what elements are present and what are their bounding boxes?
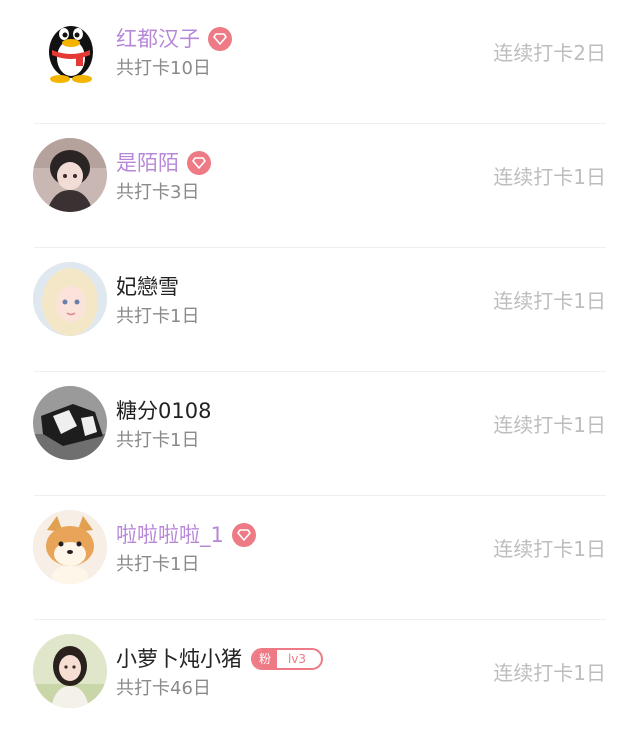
user-name[interactable]: 妃戀雪 <box>116 270 179 304</box>
total-checkin-days: 共打卡1日 <box>116 554 200 575</box>
streak-checkin-days: 连续打卡1日 <box>493 661 606 685</box>
streak-checkin-days: 连续打卡1日 <box>493 537 606 561</box>
list-item[interactable]: 妃戀雪 共打卡1日 连续打卡1日 <box>0 248 640 372</box>
diamond-badge-icon <box>187 151 211 175</box>
fan-level: lv3 <box>287 652 307 666</box>
list-item[interactable]: 小萝卜炖小猪 粉 lv3 共打卡46日 连续打卡1日 <box>0 620 640 744</box>
user-name[interactable]: 小萝卜炖小猪 <box>116 642 242 676</box>
user-name[interactable]: 是陌陌 <box>116 146 179 180</box>
streak-checkin-days: 连续打卡1日 <box>493 413 606 437</box>
user-name[interactable]: 糖分0108 <box>116 394 211 428</box>
fan-label: 粉 <box>253 650 277 668</box>
list-item[interactable]: 糖分0108 共打卡1日 连续打卡1日 <box>0 372 640 496</box>
total-checkin-days: 共打卡1日 <box>116 306 200 327</box>
total-checkin-days: 共打卡1日 <box>116 430 200 451</box>
avatar[interactable] <box>33 386 107 460</box>
streak-checkin-days: 连续打卡1日 <box>493 289 606 313</box>
user-name[interactable]: 啦啦啦啦_1 <box>116 518 224 552</box>
avatar[interactable] <box>33 510 107 584</box>
total-checkin-days: 共打卡46日 <box>116 678 211 699</box>
avatar[interactable] <box>33 634 107 708</box>
avatar[interactable] <box>33 262 107 336</box>
fan-level-badge: 粉 lv3 <box>251 648 323 670</box>
total-checkin-days: 共打卡3日 <box>116 182 200 203</box>
total-checkin-days: 共打卡10日 <box>116 58 211 79</box>
list-item[interactable]: 红都汉子 共打卡10日 连续打卡2日 <box>0 0 640 124</box>
list-item[interactable]: 啦啦啦啦_1 共打卡1日 连续打卡1日 <box>0 496 640 620</box>
list-item[interactable]: 是陌陌 共打卡3日 连续打卡1日 <box>0 124 640 248</box>
avatar[interactable] <box>33 138 107 212</box>
checkin-ranking-list: 红都汉子 共打卡10日 连续打卡2日 是陌陌 共打卡3日 连续打卡1日 妃戀雪 … <box>0 0 640 727</box>
diamond-badge-icon <box>208 27 232 51</box>
streak-checkin-days: 连续打卡2日 <box>493 41 606 65</box>
user-name[interactable]: 红都汉子 <box>116 22 200 56</box>
qq-penguin-icon[interactable] <box>40 12 102 84</box>
streak-checkin-days: 连续打卡1日 <box>493 165 606 189</box>
diamond-badge-icon <box>231 523 256 547</box>
